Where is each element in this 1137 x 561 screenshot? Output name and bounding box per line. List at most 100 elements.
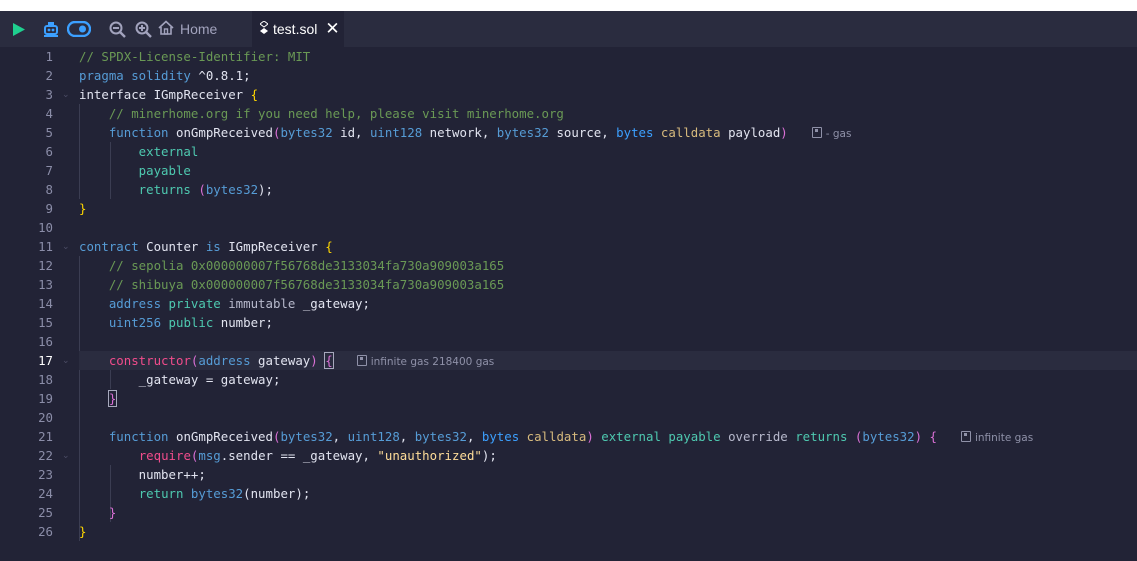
code-token: immutable (220, 296, 296, 311)
code-token: bytes32 (205, 182, 259, 197)
line-number: 23 (38, 467, 53, 482)
code-token: address (198, 353, 251, 368)
code-token: address (108, 296, 162, 311)
fold-chevron-icon[interactable]: ⌄ (62, 85, 72, 104)
code-line-7: payable (79, 161, 1137, 180)
code-line-9: } (79, 199, 1137, 218)
code-line-14: address private immutable _gateway; (79, 294, 1137, 313)
code-line-15: uint256 public number; (79, 313, 1137, 332)
tab-test-sol[interactable]: test.sol ✕ (252, 11, 344, 47)
code-token: calldata (519, 429, 587, 444)
code-token: constructor (108, 353, 191, 368)
fold-chevron-icon[interactable]: ⌄ (62, 446, 72, 465)
code-line-24: return bytes32(number); (79, 484, 1137, 503)
line-number: 16 (38, 334, 53, 349)
code-line-21: function onGmpReceived(bytes32, uint128,… (79, 427, 1137, 446)
fold-chevron-icon[interactable]: ⌄ (62, 351, 72, 370)
code-token: network, (422, 125, 497, 140)
code-line-17-active: constructor(address gateway) {infinite g… (79, 351, 1137, 370)
code-line-26: } (79, 522, 1137, 541)
line-number: 7 (45, 163, 53, 178)
gas-estimate: - gas (811, 127, 851, 140)
code-token: onGmpReceived (168, 429, 273, 444)
code-token: bytes32 (280, 125, 333, 140)
code-token: pragma solidity (79, 68, 191, 83)
code-token: ); (258, 182, 273, 197)
code-line-12: // sepolia 0x000000007f56768de3133034fa7… (79, 256, 1137, 275)
code-line-6: external (79, 142, 1137, 161)
code-token: ) (780, 125, 788, 140)
line-number: 26 (38, 524, 53, 539)
code-token: override (720, 429, 788, 444)
line-number: 1 (45, 49, 53, 64)
toggle-icon[interactable] (66, 11, 92, 47)
code-token: function (108, 125, 169, 140)
line-number: 8 (45, 182, 53, 197)
tab-bar: Home test.sol ✕ (0, 11, 1137, 47)
line-number-active: 17 (38, 353, 53, 368)
line-number: 19 (38, 391, 53, 406)
code-line-23: number++; (79, 465, 1137, 484)
zoom-out-icon[interactable] (106, 11, 128, 47)
line-number: 14 (38, 296, 53, 311)
play-icon[interactable] (8, 11, 30, 47)
code-token: (number); (243, 486, 311, 501)
line-number: 4 (45, 106, 53, 121)
code-token: contract (79, 239, 139, 254)
code-area[interactable]: // SPDX-License-Identifier: MIT pragma s… (79, 47, 1137, 561)
line-number: 22 (38, 448, 53, 463)
line-number: 25 (38, 505, 53, 520)
tab-home[interactable]: Home (158, 11, 250, 47)
robot-icon[interactable] (40, 11, 62, 47)
code-line-19: } (79, 389, 1137, 408)
line-number: 12 (38, 258, 53, 273)
code-token: id, (332, 125, 370, 140)
line-number: 6 (45, 144, 53, 159)
zoom-in-icon[interactable] (132, 11, 154, 47)
line-number: 15 (38, 315, 53, 330)
code-token: , (332, 429, 348, 444)
fold-chevron-icon[interactable]: ⌄ (62, 237, 72, 256)
code-token: private (161, 296, 221, 311)
code-token: IGmpReceiver (220, 239, 326, 254)
matched-bracket: { (324, 352, 334, 369)
code-token: external (79, 144, 199, 159)
close-tab-icon[interactable]: ✕ (325, 19, 339, 39)
solidity-file-icon (259, 20, 269, 37)
code-token: interface (79, 87, 147, 102)
code-token: ) (310, 353, 318, 368)
line-number: 5 (45, 125, 53, 140)
code-token: _gateway = gateway; (79, 372, 281, 387)
line-number: 10 (38, 220, 53, 235)
code-token: // sepolia 0x000000007f56768de3133034fa7… (79, 258, 505, 273)
code-token: public (161, 315, 214, 330)
code-token: ); (481, 448, 497, 463)
code-token: .sender == _gateway, (220, 448, 378, 463)
code-token: } (79, 505, 117, 520)
code-token: number; (213, 315, 273, 330)
code-token: bytes (481, 429, 520, 444)
code-editor: Home test.sol ✕ 1 2 3 4 5 6 7 8 9 10 11 … (0, 11, 1137, 561)
code-token: } (79, 201, 87, 216)
code-token: ) (586, 429, 594, 444)
code-token: msg (198, 448, 221, 463)
code-line-5: function onGmpReceived(bytes32 id, uint1… (79, 123, 1137, 142)
code-token: function (108, 429, 169, 444)
code-token: is (205, 239, 221, 254)
code-token: bytes32 (280, 429, 333, 444)
code-token: uint128 (347, 429, 400, 444)
line-number: 13 (38, 277, 53, 292)
code-token: { (325, 239, 333, 254)
code-token: bytes (616, 125, 654, 140)
line-number: 21 (38, 429, 53, 444)
code-token: return (138, 486, 184, 501)
code-token: , (399, 429, 415, 444)
home-icon (158, 20, 174, 38)
code-token: ) (914, 429, 923, 444)
code-line-3: interface IGmpReceiver { (79, 85, 1137, 104)
